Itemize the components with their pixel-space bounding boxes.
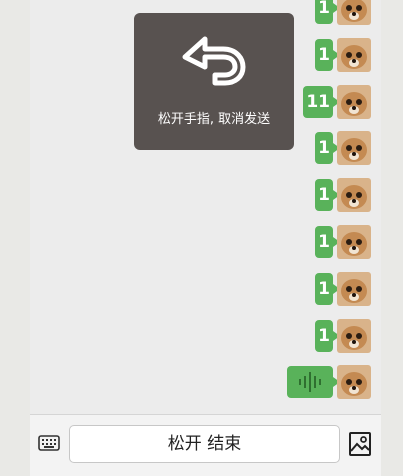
avatar[interactable]	[337, 131, 371, 165]
input-bar: 松开 结束	[30, 415, 381, 476]
keyboard-icon[interactable]	[38, 434, 60, 452]
right-margin	[381, 0, 403, 476]
avatar[interactable]	[337, 85, 371, 119]
voice-message-bubble[interactable]	[287, 366, 340, 398]
message-bubble[interactable]: 11	[303, 86, 340, 118]
voice-wave-icon	[299, 372, 321, 392]
image-icon[interactable]	[348, 431, 372, 457]
avatar[interactable]	[337, 272, 371, 306]
message-bubble[interactable]: 1	[315, 273, 340, 305]
message-row: 1	[261, 319, 381, 353]
message-bubble[interactable]: 1	[315, 132, 340, 164]
avatar[interactable]	[337, 319, 371, 353]
avatar[interactable]	[337, 38, 371, 72]
message-bubble[interactable]: 1	[315, 320, 340, 352]
avatar[interactable]	[337, 178, 371, 212]
hold-to-talk-button[interactable]: 松开 结束	[69, 425, 340, 463]
undo-arrow-icon	[182, 36, 246, 86]
message-bubble[interactable]: 1	[315, 39, 340, 71]
message-bubble[interactable]: 1	[315, 179, 340, 211]
message-row-voice	[261, 365, 381, 399]
message-bubble[interactable]: 1	[315, 226, 340, 258]
message-bubble[interactable]: 1	[315, 0, 340, 24]
message-row: 1	[261, 272, 381, 306]
avatar[interactable]	[337, 225, 371, 259]
left-margin	[0, 0, 30, 476]
message-row: 1	[261, 225, 381, 259]
message-row: 1	[261, 178, 381, 212]
avatar[interactable]	[337, 365, 371, 399]
avatar[interactable]	[337, 0, 371, 25]
toast-message: 松开手指, 取消发送	[157, 112, 271, 127]
cancel-send-toast: 松开手指, 取消发送	[134, 13, 294, 150]
